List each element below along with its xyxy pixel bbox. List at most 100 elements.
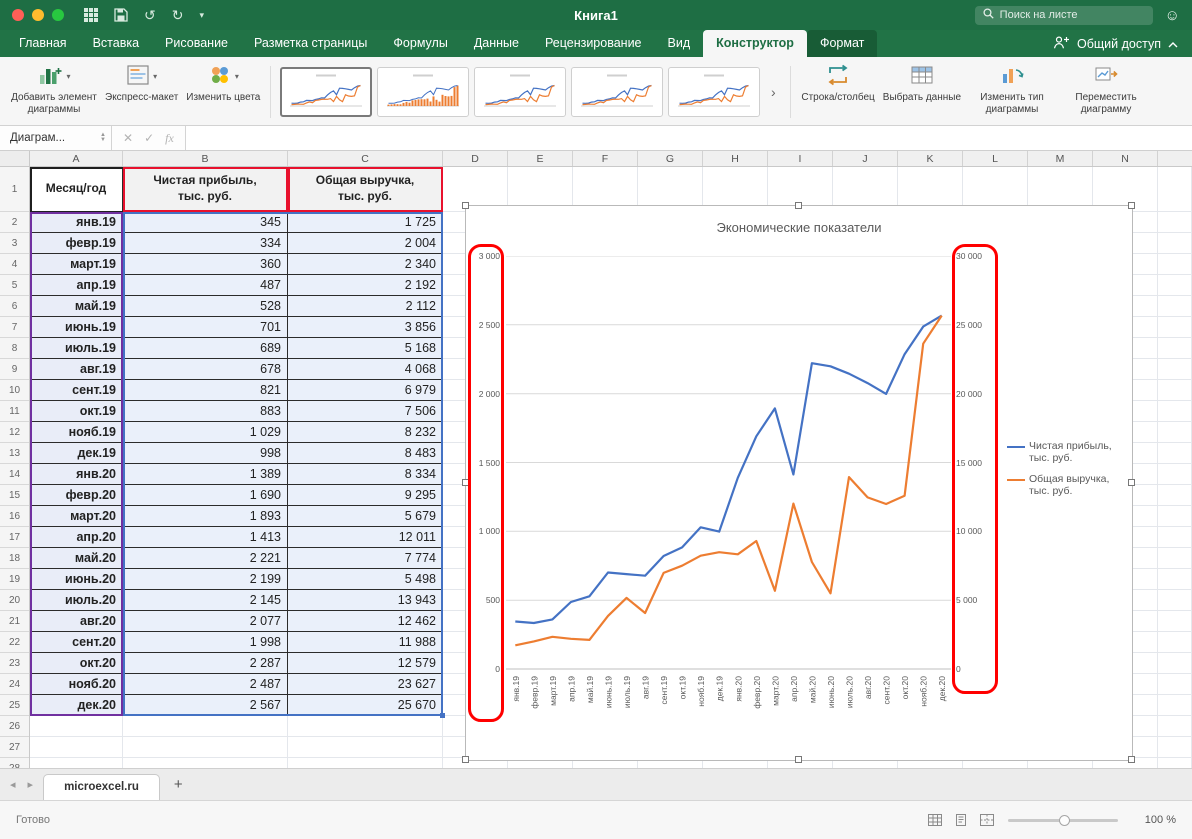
name-box-stepper[interactable]: ▲▼ [100,133,106,143]
cell-C15[interactable]: 9 295 [288,485,443,506]
cell-C22[interactable]: 11 988 [288,632,443,653]
row-header-27[interactable]: 27 [0,737,29,758]
chart-style-thumb-1[interactable] [280,67,372,117]
column-header-K[interactable]: K [898,151,963,166]
row-header-12[interactable]: 12 [0,422,29,443]
column-header-H[interactable]: H [703,151,768,166]
chart-selection-handle[interactable] [795,202,802,209]
cell-O27[interactable] [1158,737,1192,758]
search-box[interactable]: Поиск на листе [975,6,1153,25]
row-header-15[interactable]: 15 [0,485,29,506]
column-header-N[interactable]: N [1093,151,1158,166]
chart-selection-handle[interactable] [1128,479,1135,486]
cell-B14[interactable]: 1 389 [123,464,288,485]
cell-B16[interactable]: 1 893 [123,506,288,527]
cell-O12[interactable] [1158,422,1192,443]
row-header-25[interactable]: 25 [0,695,29,716]
tab-Рисование[interactable]: Рисование [152,30,241,57]
column-header-I[interactable]: I [768,151,833,166]
tab-Конструктор[interactable]: Конструктор [703,30,807,57]
column-header-G[interactable]: G [638,151,703,166]
cell-C18[interactable]: 7 774 [288,548,443,569]
cell-A13[interactable]: дек.19 [30,443,123,464]
cell-B15[interactable]: 1 690 [123,485,288,506]
cell-A17[interactable]: апр.20 [30,527,123,548]
tab-Главная[interactable]: Главная [6,30,80,57]
row-header-14[interactable]: 14 [0,464,29,485]
cell-C16[interactable]: 5 679 [288,506,443,527]
cell-O19[interactable] [1158,569,1192,590]
formula-input[interactable] [186,126,1192,150]
cell-A2[interactable]: янв.19 [30,212,123,233]
chevron-right-icon[interactable]: › [765,67,781,117]
cell-C1[interactable]: Общая выручка, тыс. руб. [288,167,443,212]
legend-item[interactable]: Общая выручка, тыс. руб. [1007,473,1131,497]
cell-B19[interactable]: 2 199 [123,569,288,590]
ribbon-button-move-chart[interactable]: Переместить диаграмму [1060,61,1152,123]
chart-style-thumb-3[interactable] [474,67,566,117]
enter-icon[interactable]: ✓ [144,131,154,145]
ribbon-button-change-chart-type[interactable]: Изменить тип диаграммы [966,61,1058,123]
legend-item[interactable]: Чистая прибыль, тыс. руб. [1007,440,1131,464]
cell-B13[interactable]: 998 [123,443,288,464]
tab-prev-icon[interactable]: ◂ [10,778,16,791]
cell-O16[interactable] [1158,506,1192,527]
cell-O11[interactable] [1158,401,1192,422]
chart-style-thumb-2[interactable] [377,67,469,117]
cell-B22[interactable]: 1 998 [123,632,288,653]
cell-C25[interactable]: 25 670 [288,695,443,716]
cell-O3[interactable] [1158,233,1192,254]
tab-Данные[interactable]: Данные [461,30,532,57]
cell-C23[interactable]: 12 579 [288,653,443,674]
cell-C27[interactable] [288,737,443,758]
column-header-F[interactable]: F [573,151,638,166]
ribbon-button-add-chart-element[interactable]: ▾Добавить элемент диаграммы [8,61,100,123]
chevron-up-icon[interactable] [1168,37,1178,51]
cell-B5[interactable]: 487 [123,275,288,296]
row-header-19[interactable]: 19 [0,569,29,590]
cell-B23[interactable]: 2 287 [123,653,288,674]
cell-A10[interactable]: сент.19 [30,380,123,401]
cell-A19[interactable]: июнь.20 [30,569,123,590]
row-header-28[interactable]: 28 [0,758,29,768]
cell-C10[interactable]: 6 979 [288,380,443,401]
add-sheet-button[interactable]: + [160,776,197,800]
cell-B10[interactable]: 821 [123,380,288,401]
row-header-26[interactable]: 26 [0,716,29,737]
cell-C12[interactable]: 8 232 [288,422,443,443]
cell-C7[interactable]: 3 856 [288,317,443,338]
cell-O10[interactable] [1158,380,1192,401]
cell-A28[interactable] [30,758,123,768]
minimize-button[interactable] [32,9,44,21]
cell-O22[interactable] [1158,632,1192,653]
tab-Вид[interactable]: Вид [655,30,704,57]
zoom-slider-knob[interactable] [1059,815,1070,826]
insert-function-icon[interactable]: fx [165,131,174,146]
tab-Вставка[interactable]: Вставка [80,30,152,57]
cell-A24[interactable]: нояб.20 [30,674,123,695]
share-button[interactable]: Общий доступ [1053,36,1186,57]
cell-B17[interactable]: 1 413 [123,527,288,548]
cell-C4[interactable]: 2 340 [288,254,443,275]
cell-B9[interactable]: 678 [123,359,288,380]
row-header-2[interactable]: 2 [0,212,29,233]
cells-area[interactable]: Экономические показатели янв.19февр.19ма… [30,167,1192,768]
row-header-3[interactable]: 3 [0,233,29,254]
cell-B4[interactable]: 360 [123,254,288,275]
column-header-C[interactable]: C [288,151,443,166]
cell-O21[interactable] [1158,611,1192,632]
apps-grid-icon[interactable] [84,8,98,22]
row-header-1[interactable]: 1 [0,167,29,212]
cell-B2[interactable]: 345 [123,212,288,233]
cell-C17[interactable]: 12 011 [288,527,443,548]
row-header-23[interactable]: 23 [0,653,29,674]
row-header-17[interactable]: 17 [0,527,29,548]
cell-C3[interactable]: 2 004 [288,233,443,254]
cell-C6[interactable]: 2 112 [288,296,443,317]
undo-icon[interactable]: ↺ [144,8,156,22]
tab-Формулы[interactable]: Формулы [380,30,460,57]
cell-A5[interactable]: апр.19 [30,275,123,296]
name-box[interactable]: Диаграм... ▲▼ [0,126,112,150]
cell-O18[interactable] [1158,548,1192,569]
cell-A15[interactable]: февр.20 [30,485,123,506]
